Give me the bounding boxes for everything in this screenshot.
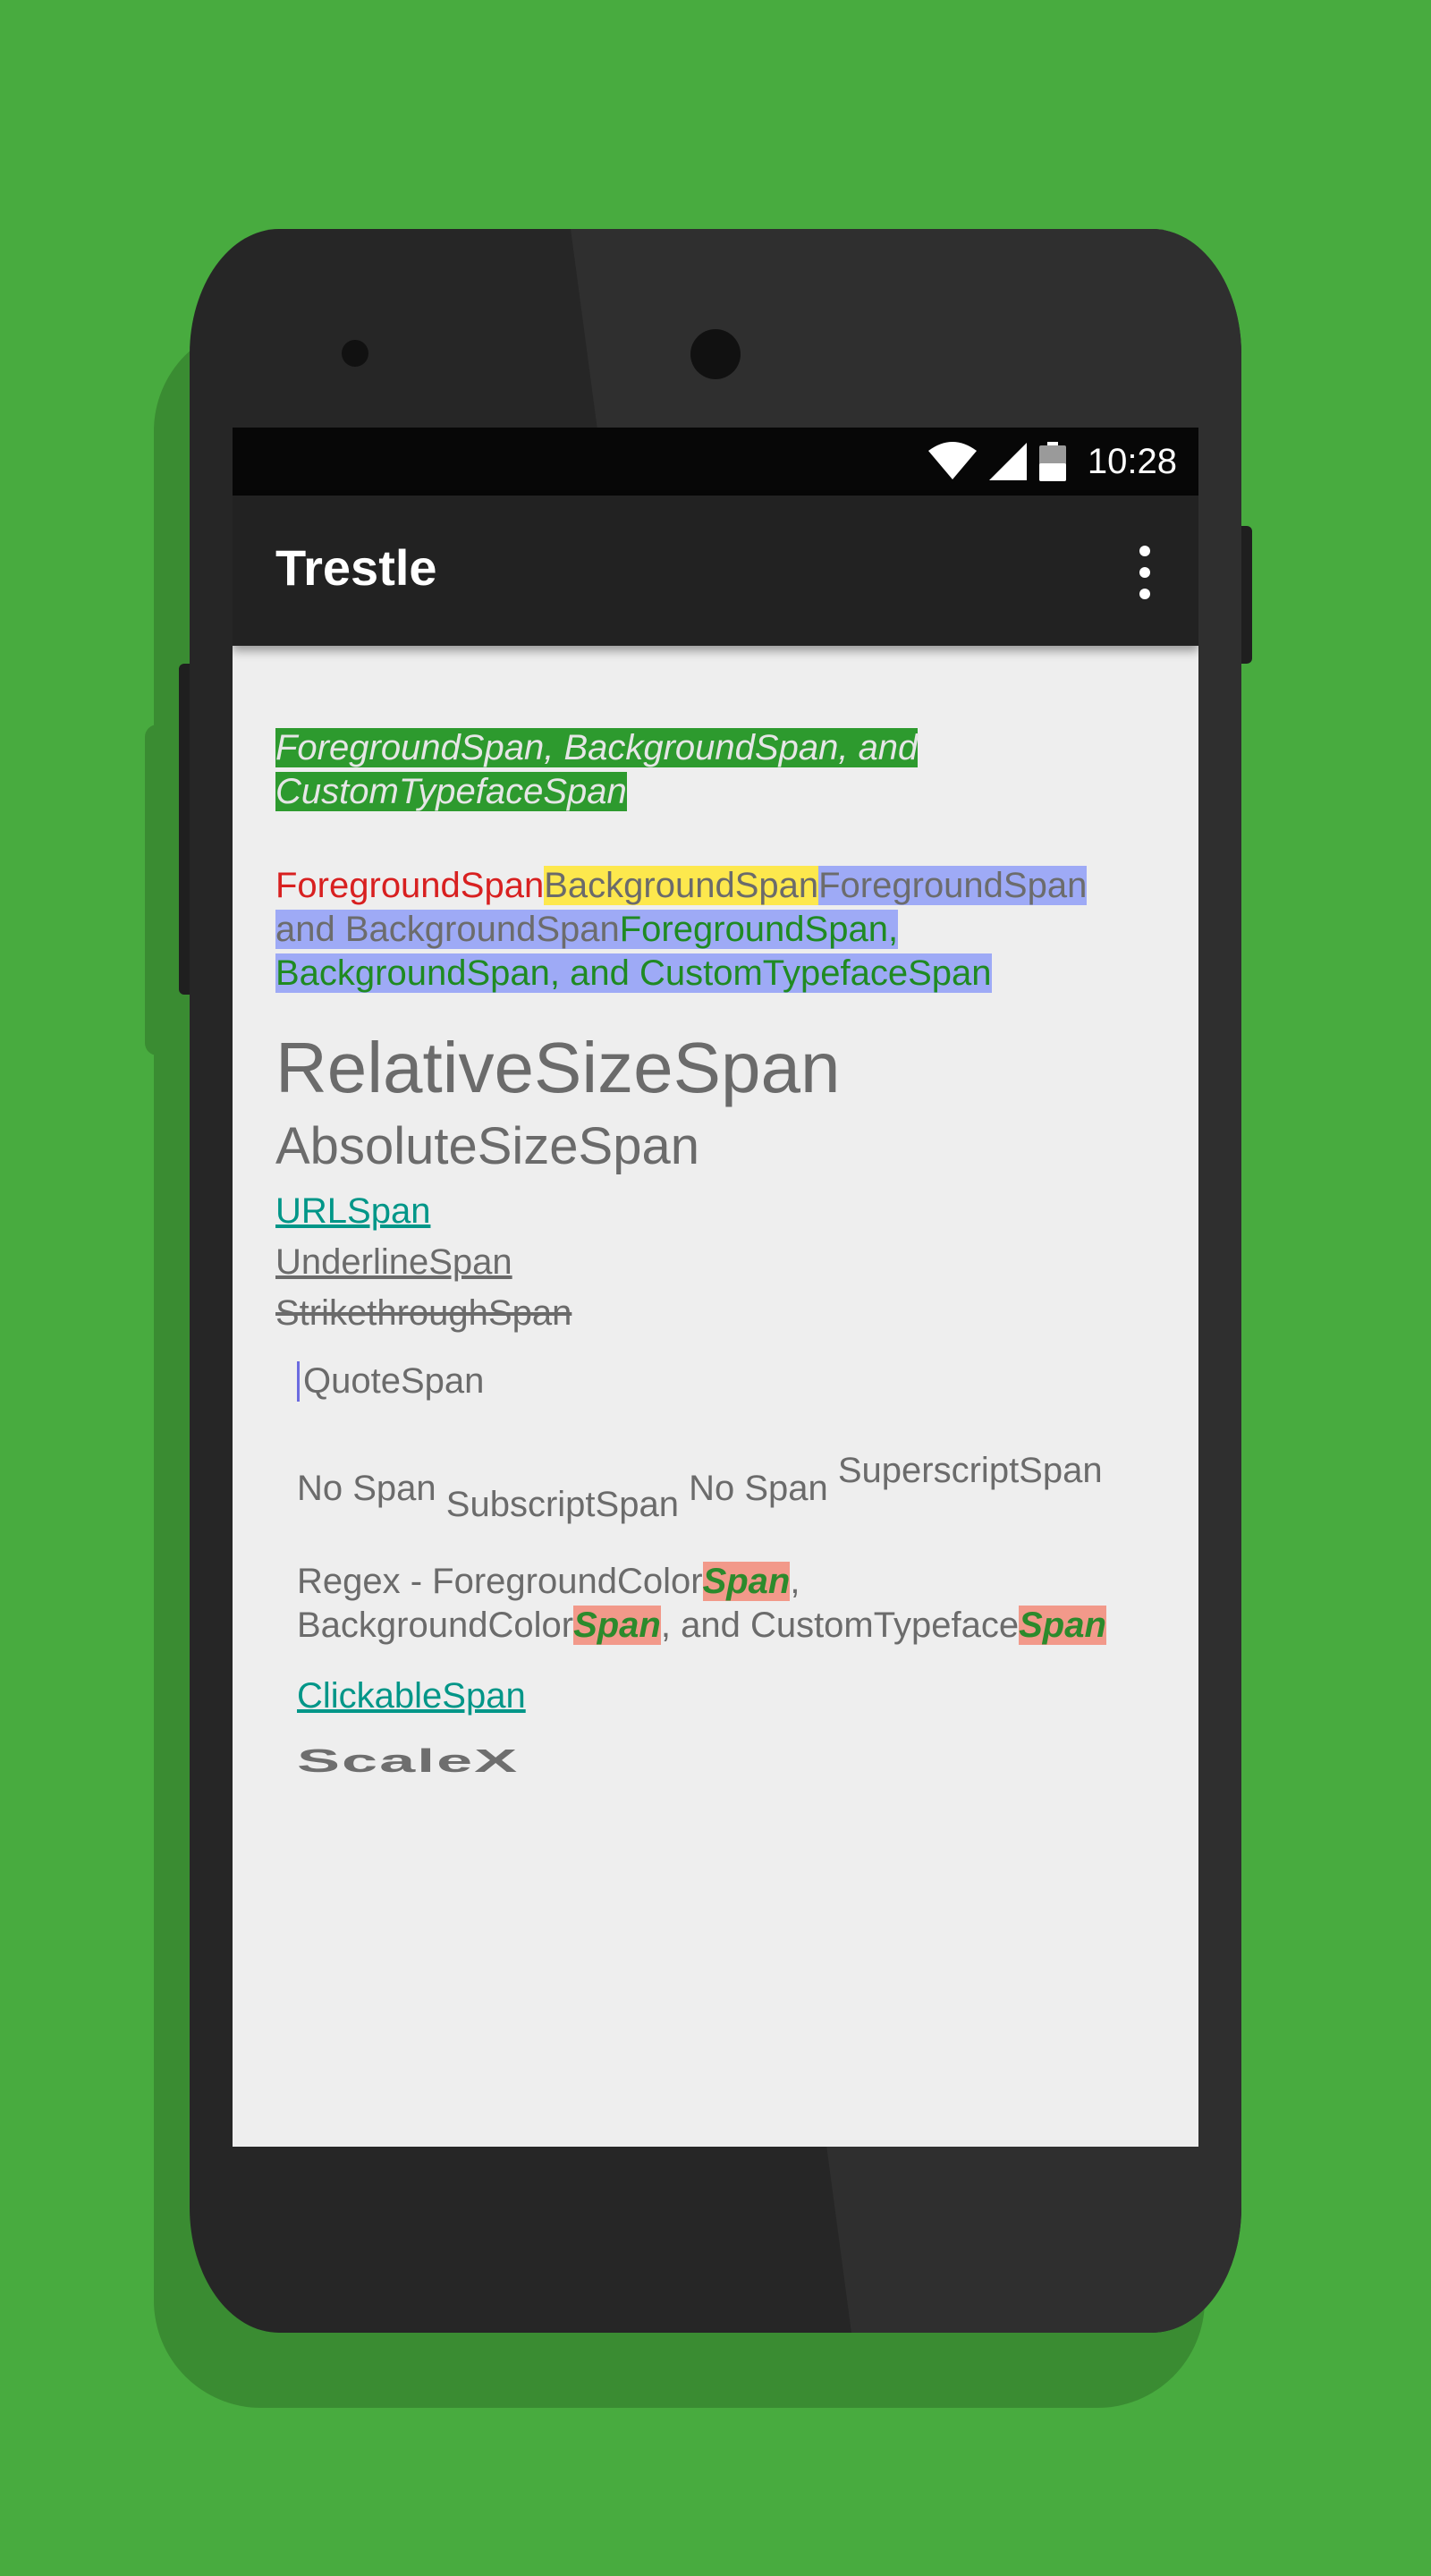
combined-spans-sample: ForegroundSpanBackgroundSpanForegroundSp… bbox=[275, 864, 1088, 996]
more-vert-icon[interactable] bbox=[1134, 546, 1156, 599]
subscript-span: SubscriptSpan bbox=[445, 1485, 679, 1524]
quote-span: QuoteSpan bbox=[297, 1361, 484, 1402]
url-span-link[interactable]: URLSpan bbox=[275, 1191, 430, 1232]
regex-sample: Regex - ForegroundColorSpan, BackgroundC… bbox=[297, 1560, 1106, 1648]
app-title: Trestle bbox=[275, 539, 437, 596]
battery-icon bbox=[1038, 442, 1066, 481]
fg-bg-typeface-span-part2: BackgroundSpan, and CustomTypefaceSpan bbox=[275, 953, 992, 993]
signal-icon bbox=[988, 443, 1027, 480]
fg-bg-typeface-span-part1: ForegroundSpan, bbox=[619, 910, 899, 949]
fg-bg-span-part1: ForegroundSpan bbox=[818, 866, 1088, 905]
regex-comma: , bbox=[790, 1562, 800, 1601]
background-span: BackgroundSpan bbox=[544, 866, 819, 905]
phone-shadow-side bbox=[145, 724, 174, 1055]
underline-span: UnderlineSpan bbox=[275, 1242, 512, 1282]
overflow-dot bbox=[1139, 589, 1150, 599]
regex-match-1: Span bbox=[702, 1562, 791, 1601]
regex-and-text: , and CustomTypeface bbox=[660, 1606, 1020, 1645]
sub-sup-sample: No Span SubscriptSpan No Span Superscrip… bbox=[297, 1451, 1103, 1524]
regex-match-2: Span bbox=[573, 1606, 661, 1645]
clickable-span-link[interactable]: ClickableSpan bbox=[297, 1676, 526, 1716]
foreground-span: ForegroundSpan bbox=[275, 866, 545, 905]
custom-typeface-line1: ForegroundSpan, BackgroundSpan, and bbox=[275, 728, 919, 767]
front-camera bbox=[690, 329, 741, 379]
status-bar: 10:28 bbox=[233, 428, 1198, 496]
status-time: 10:28 bbox=[1087, 441, 1177, 481]
absolute-size-span: AbsoluteSizeSpan bbox=[275, 1117, 699, 1175]
regex-match-3: Span bbox=[1019, 1606, 1106, 1645]
wifi-icon bbox=[927, 442, 977, 479]
relative-size-span: RelativeSizeSpan bbox=[275, 1028, 841, 1107]
strikethrough-span: StrikethroughSpan bbox=[275, 1293, 572, 1333]
screen: 10:28 Trestle ForegroundSpan, Background… bbox=[233, 428, 1198, 2147]
scale-x-sample: ScaleX bbox=[297, 1742, 517, 1780]
overflow-dot bbox=[1139, 546, 1150, 556]
regex-prefix: Regex - ForegroundColor bbox=[297, 1562, 703, 1601]
custom-typeface-sample: ForegroundSpan, BackgroundSpan, and Cust… bbox=[275, 726, 919, 814]
regex-middle: BackgroundColor bbox=[297, 1606, 574, 1645]
scale-x-span: ScaleX bbox=[297, 1742, 520, 1779]
no-span-text-2: No Span bbox=[689, 1469, 828, 1508]
no-span-text-1: No Span bbox=[297, 1469, 436, 1508]
overflow-dot bbox=[1139, 567, 1150, 578]
phone-body: 10:28 Trestle ForegroundSpan, Background… bbox=[190, 229, 1241, 2333]
custom-typeface-line2: CustomTypefaceSpan bbox=[275, 772, 627, 811]
status-icons: 10:28 bbox=[927, 428, 1177, 496]
app-bar: Trestle bbox=[233, 496, 1198, 646]
fg-bg-span-part2: and BackgroundSpan bbox=[275, 910, 620, 949]
superscript-span: SuperscriptSpan bbox=[837, 1451, 1103, 1490]
earpiece-speaker bbox=[342, 340, 368, 367]
